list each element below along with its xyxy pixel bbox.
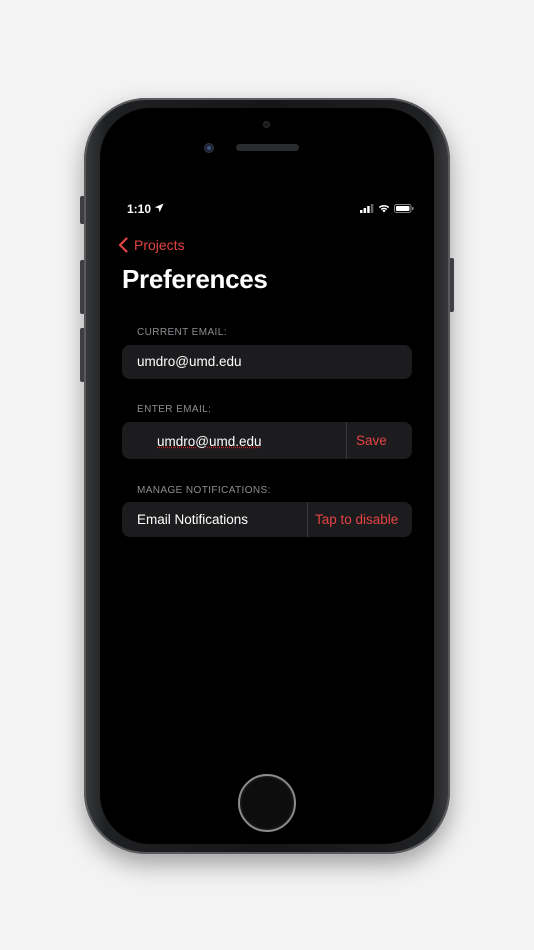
proximity-sensor: [263, 121, 270, 128]
battery-icon: [394, 204, 414, 213]
cellular-signal-icon: [360, 204, 374, 213]
enter-email-divider: [346, 422, 347, 459]
enter-email-card: Save: [122, 422, 412, 459]
notifications-card: Email Notifications Tap to disable: [122, 502, 412, 537]
earpiece-speaker: [236, 144, 299, 151]
phone-screen: 1:10 Projects Preferences CURRENT EMAIL:…: [112, 190, 422, 742]
disable-notifications-button[interactable]: Tap to disable: [315, 512, 398, 527]
status-bar: 1:10: [112, 200, 422, 218]
notifications-divider: [307, 502, 308, 537]
back-button-label: Projects: [134, 237, 185, 253]
current-email-value: umdro@umd.edu: [137, 354, 242, 369]
back-button[interactable]: Projects: [118, 234, 185, 256]
email-notifications-label: Email Notifications: [137, 512, 249, 527]
email-input[interactable]: [157, 432, 342, 450]
home-button[interactable]: [238, 774, 296, 832]
location-arrow-icon: [154, 203, 164, 213]
save-button[interactable]: Save: [356, 433, 387, 448]
page-title: Preferences: [122, 264, 268, 294]
front-camera-icon: [204, 143, 214, 153]
current-email-card: umdro@umd.edu: [122, 345, 412, 379]
notifications-header: MANAGE NOTIFICATIONS:: [137, 485, 271, 496]
enter-email-header: ENTER EMAIL:: [137, 404, 212, 415]
status-time: 1:10: [127, 202, 152, 216]
current-email-header: CURRENT EMAIL:: [137, 327, 227, 338]
screenshot-stage: 1:10 Projects Preferences CURRENT EMAIL:…: [0, 0, 534, 950]
wifi-icon: [378, 204, 390, 213]
chevron-left-icon: [118, 237, 128, 253]
